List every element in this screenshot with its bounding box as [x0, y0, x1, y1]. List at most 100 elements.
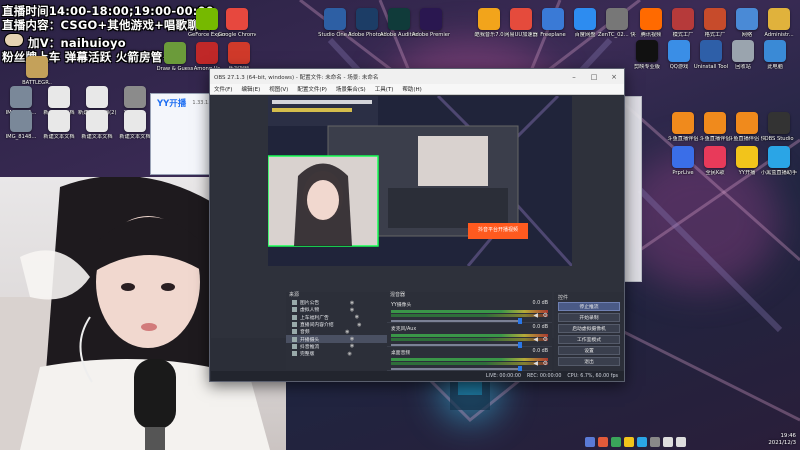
close-icon[interactable]: ×	[604, 73, 624, 81]
desktop-shortcut[interactable]: 新建文本文档	[116, 110, 154, 140]
source-item[interactable]: 上车福利广告◉▣	[286, 314, 394, 321]
mixer-dock[interactable]: 混音器 YY摄像头 0.0 dB ◀ ⚙ 麦克风/Aux 0.0 dB ◀ ⚙ 桌面音频 0.0 …	[387, 292, 552, 372]
clock-date: 2021/12/3	[768, 440, 796, 446]
obs-window[interactable]: OBS 27.1.3 (64-bit, windows) - 配置文件: 未命名…	[209, 68, 625, 382]
menu-item[interactable]: 帮助(H)	[402, 85, 421, 93]
shortcut-label: OBS Studio	[764, 136, 794, 142]
volume-slider[interactable]	[391, 366, 522, 372]
menu-item[interactable]: 工具(T)	[375, 85, 394, 93]
eye-icon[interactable]: ◉	[348, 343, 357, 349]
speaker-icon[interactable]: ◀	[533, 336, 538, 343]
desktop-shortcut[interactable]: 新建文本文档	[40, 110, 78, 140]
source-type-icon	[292, 351, 297, 357]
eye-icon[interactable]: ◉	[348, 300, 357, 306]
eye-icon[interactable]: ◉	[348, 336, 357, 342]
source-item[interactable]: 直播间内容介绍◉▣	[286, 321, 394, 328]
menu-item[interactable]: 配置文件(P)	[297, 85, 327, 93]
eye-icon[interactable]: ◉	[345, 351, 354, 357]
shortcut-icon	[606, 8, 628, 30]
mixer-track: 麦克风/Aux 0.0 dB ◀ ⚙	[387, 323, 552, 348]
stream-content-banner: 直播内容：CSGO+其他游戏+唱歌聊天	[2, 18, 211, 32]
speaker-icon[interactable]: ◀	[533, 312, 538, 319]
live-timer: LIVE: 00:00:00	[485, 374, 521, 379]
gear-icon[interactable]: ⚙	[543, 336, 548, 343]
desktop-shortcut[interactable]: 新建文本文档	[78, 110, 116, 140]
level-meter	[391, 314, 548, 317]
text-file-icon	[86, 110, 108, 132]
tray-app-icon[interactable]	[611, 436, 621, 447]
control-button[interactable]: 启动虚拟摄像机	[558, 324, 620, 333]
text-file-icon	[48, 110, 70, 132]
menu-item[interactable]: 场景集合(S)	[336, 85, 366, 93]
menu-item[interactable]: 文件(F)	[214, 85, 232, 93]
control-button[interactable]: 开始录制	[558, 313, 620, 322]
source-item[interactable]: 开播摄头◉▣	[286, 335, 394, 343]
speaker-icon[interactable]: ◀	[533, 360, 538, 367]
menu-item[interactable]: 视图(V)	[269, 85, 288, 93]
obs-icon	[768, 112, 790, 134]
cloud-icon	[574, 8, 596, 30]
source-item[interactable]: 音频◉▣	[286, 328, 394, 335]
minimize-icon[interactable]: –	[564, 73, 584, 81]
shortcut-label: ZenTC_02... 快捷方式	[598, 32, 636, 38]
source-name: 虚拟人物	[300, 308, 320, 314]
level-meter	[391, 338, 548, 341]
desktop-shortcut[interactable]: OBS Studio	[760, 112, 798, 142]
source-item[interactable]: 虚拟人物◉▣	[286, 306, 394, 313]
desktop-shortcut[interactable]: 小黑盒直播助手	[760, 146, 798, 176]
sources-dock[interactable]: 来源 图片公告◉▣虚拟人物◉▣上车福利广告◉▣直播间内容介绍◉▣音频◉▣开播摄头…	[286, 292, 394, 370]
recycle-bin-icon	[732, 40, 754, 62]
maximize-icon[interactable]: □	[584, 73, 604, 81]
controls-dock-header: 控件	[558, 295, 569, 301]
eye-icon[interactable]: ◉	[348, 307, 357, 313]
prprlive-icon	[672, 146, 694, 168]
level-meter	[391, 358, 548, 361]
source-item[interactable]: 完整版◉▣	[286, 350, 394, 357]
source-item[interactable]: 抖音推流◉▣	[286, 343, 394, 350]
control-button[interactable]: 退出	[558, 357, 620, 366]
desktop-shortcut[interactable]: Adobe Premiere P...	[412, 8, 450, 38]
desktop-shortcut[interactable]: Google Chrome	[218, 8, 256, 38]
controls-dock[interactable]: 控件 停止推流开始录制启动虚拟摄像机 工作室模式设置退出	[554, 292, 624, 370]
qq-icon	[668, 40, 690, 62]
volume-slider[interactable]	[391, 342, 522, 348]
eye-icon[interactable]: ◉	[343, 329, 352, 335]
desktop-shortcut[interactable]: IMG_8148...	[2, 110, 40, 140]
tray-app-icon[interactable]	[624, 436, 634, 447]
desktop-shortcut[interactable]: BATTLEGR..	[18, 56, 56, 86]
shortcut-label: Google Chrome	[218, 32, 256, 38]
eye-icon[interactable]: ◉	[352, 314, 361, 320]
taskbar-clock[interactable]: 19:46 2021/12/3	[768, 433, 796, 447]
eye-icon[interactable]: ◉	[355, 322, 364, 328]
desktop-shortcut[interactable]: 此电脑	[756, 40, 794, 70]
control-button[interactable]: 停止推流	[558, 302, 620, 311]
among-us-icon	[196, 42, 218, 64]
control-button[interactable]: 工作室模式	[558, 335, 620, 344]
obs-titlebar[interactable]: OBS 27.1.3 (64-bit, windows) - 配置文件: 未命名…	[210, 69, 624, 84]
source-item[interactable]: 图片公告◉▣	[286, 299, 394, 306]
tray-app-icon[interactable]	[585, 436, 595, 447]
text-file-icon	[124, 110, 146, 132]
gear-icon[interactable]: ⚙	[543, 360, 548, 367]
desktop-shortcut[interactable]: Administr...	[760, 8, 798, 38]
track-db: 0.0 dB	[532, 349, 549, 354]
gear-icon[interactable]: ⚙	[543, 312, 548, 319]
chrome-icon	[226, 8, 248, 30]
desktop-shortcut[interactable]: ZenTC_02... 快捷方式	[598, 8, 636, 38]
control-button[interactable]: 设置	[558, 346, 620, 355]
clock-time: 19:46	[780, 433, 796, 439]
factory-icon	[672, 8, 694, 30]
volume-slider[interactable]	[391, 318, 522, 324]
canvas-caption: 抖音平台开播视频	[477, 227, 518, 233]
tray-app-icon[interactable]	[598, 436, 608, 447]
volume-icon[interactable]	[676, 436, 686, 447]
studio-one-icon	[324, 8, 346, 30]
nested-preview	[268, 96, 572, 266]
preview-canvas[interactable]: 抖音平台开播视频	[268, 96, 572, 266]
tray-app-icon[interactable]	[637, 436, 647, 447]
douyu-icon	[736, 112, 758, 134]
nvidia-icon	[196, 8, 218, 30]
menu-item[interactable]: 编辑(E)	[241, 85, 260, 93]
tray-app-icon[interactable]	[650, 436, 660, 447]
network-icon[interactable]	[663, 436, 673, 447]
